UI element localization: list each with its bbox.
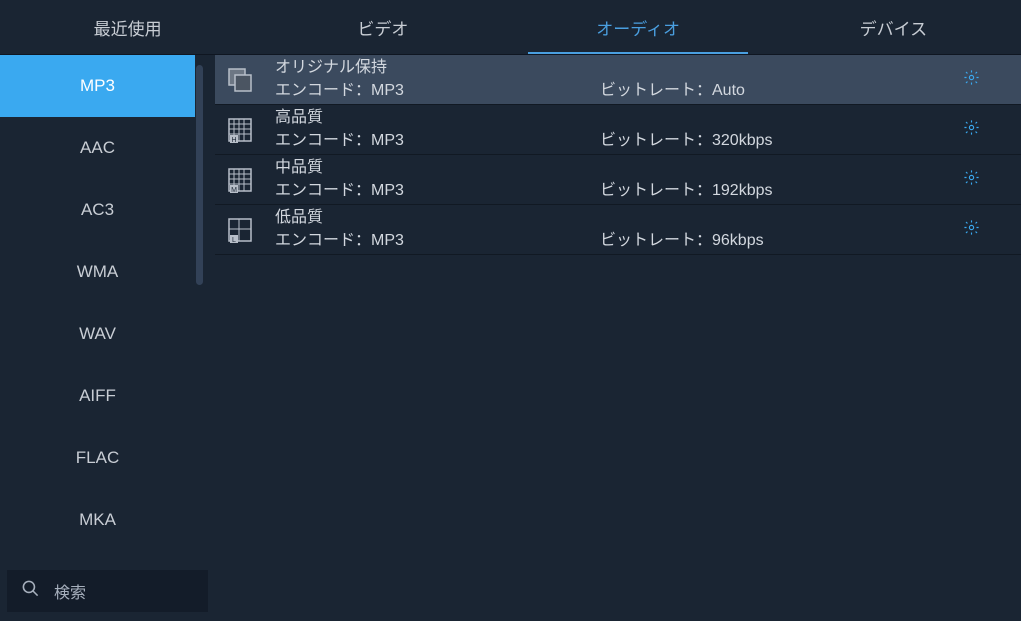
preset-row-high[interactable]: H 高品質 エンコード：MP3 ビットレート：320kbps bbox=[215, 105, 1021, 155]
preset-settings-button[interactable] bbox=[951, 210, 991, 250]
tab-video[interactable]: ビデオ bbox=[255, 0, 510, 54]
preset-title: 低品質 bbox=[275, 208, 600, 229]
gear-icon bbox=[963, 219, 980, 241]
sidebar-item-aiff[interactable]: AIFF bbox=[0, 365, 195, 427]
sidebar-item-flac[interactable]: FLAC bbox=[0, 427, 195, 489]
preset-labels: 低品質 エンコード：MP3 bbox=[275, 208, 600, 252]
tab-recent[interactable]: 最近使用 bbox=[0, 0, 255, 54]
search-box[interactable]: 検索 bbox=[7, 570, 208, 612]
preset-low-icon: L bbox=[225, 215, 255, 245]
sidebar-item-mka[interactable]: MKA bbox=[0, 489, 195, 551]
preset-list: オリジナル保持 エンコード：MP3 ビットレート：Auto bbox=[215, 55, 1021, 621]
top-tabs: 最近使用 ビデオ オーディオ デバイス bbox=[0, 0, 1021, 55]
preset-row-low[interactable]: L 低品質 エンコード：MP3 ビットレート：96kbps bbox=[215, 205, 1021, 255]
gear-icon bbox=[963, 169, 980, 191]
sidebar-list: MP3 AAC AC3 WMA WAV AIFF FLAC MKA bbox=[0, 55, 215, 564]
main-area: MP3 AAC AC3 WMA WAV AIFF FLAC MKA 検索 bbox=[0, 55, 1021, 621]
search-icon bbox=[21, 579, 40, 603]
preset-high-icon: H bbox=[225, 115, 255, 145]
svg-text:L: L bbox=[232, 237, 236, 243]
sidebar: MP3 AAC AC3 WMA WAV AIFF FLAC MKA 検索 bbox=[0, 55, 215, 621]
sidebar-item-mp3[interactable]: MP3 bbox=[0, 55, 195, 117]
preset-settings-button[interactable] bbox=[951, 110, 991, 150]
preset-bitrate: ビットレート：192kbps bbox=[600, 176, 951, 204]
sidebar-item-wma[interactable]: WMA bbox=[0, 241, 195, 303]
preset-encode: エンコード：MP3 bbox=[275, 131, 600, 152]
preset-encode: エンコード：MP3 bbox=[275, 181, 600, 202]
preset-encode: エンコード：MP3 bbox=[275, 231, 600, 252]
preset-labels: オリジナル保持 エンコード：MP3 bbox=[275, 58, 600, 102]
search-placeholder: 検索 bbox=[54, 579, 86, 603]
tab-device[interactable]: デバイス bbox=[766, 0, 1021, 54]
preset-title: オリジナル保持 bbox=[275, 58, 600, 79]
preset-bitrate: ビットレート：320kbps bbox=[600, 126, 951, 154]
preset-labels: 高品質 エンコード：MP3 bbox=[275, 108, 600, 152]
svg-text:M: M bbox=[231, 187, 237, 193]
preset-medium-icon: M bbox=[225, 165, 255, 195]
preset-bitrate: ビットレート：Auto bbox=[600, 76, 951, 104]
sidebar-scrollbar[interactable] bbox=[196, 65, 203, 285]
preset-title: 中品質 bbox=[275, 158, 600, 179]
preset-settings-button[interactable] bbox=[951, 60, 991, 100]
tab-audio[interactable]: オーディオ bbox=[511, 0, 766, 54]
preset-encode: エンコード：MP3 bbox=[275, 81, 600, 102]
preset-title: 高品質 bbox=[275, 108, 600, 129]
gear-icon bbox=[963, 69, 980, 91]
preset-original-icon bbox=[225, 65, 255, 95]
svg-text:H: H bbox=[231, 137, 236, 143]
preset-settings-button[interactable] bbox=[951, 160, 991, 200]
preset-labels: 中品質 エンコード：MP3 bbox=[275, 158, 600, 202]
sidebar-item-wav[interactable]: WAV bbox=[0, 303, 195, 365]
preset-bitrate: ビットレート：96kbps bbox=[600, 226, 951, 254]
preset-row-medium[interactable]: M 中品質 エンコード：MP3 ビットレート：192kbps bbox=[215, 155, 1021, 205]
preset-row-original[interactable]: オリジナル保持 エンコード：MP3 ビットレート：Auto bbox=[215, 55, 1021, 105]
sidebar-item-aac[interactable]: AAC bbox=[0, 117, 195, 179]
gear-icon bbox=[963, 119, 980, 141]
sidebar-item-ac3[interactable]: AC3 bbox=[0, 179, 195, 241]
